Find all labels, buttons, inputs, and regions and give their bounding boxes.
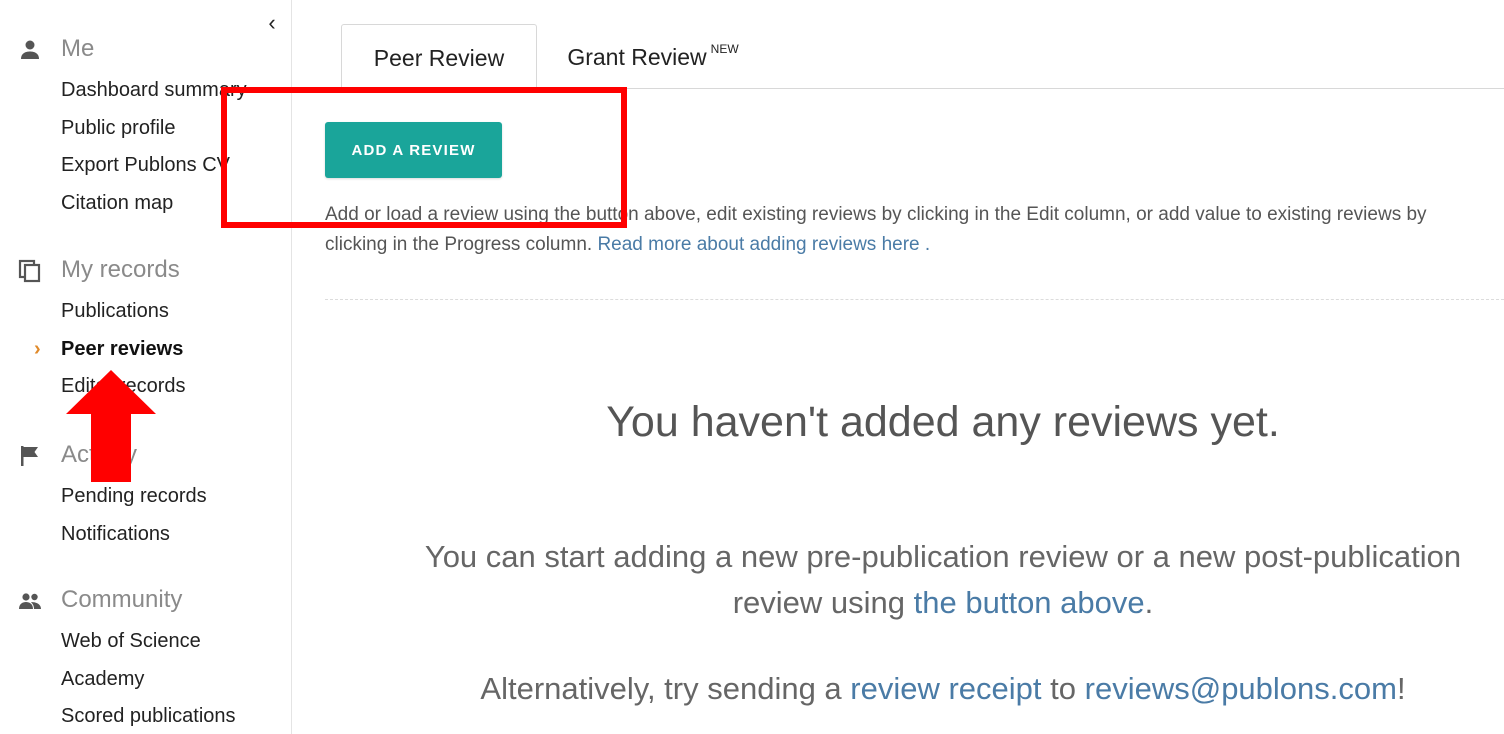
button-above-link[interactable]: the button above (914, 585, 1145, 620)
people-icon (19, 593, 41, 609)
alt-text: Alternatively, try sending a (480, 671, 851, 706)
email-link[interactable]: reviews@publons.com (1085, 671, 1397, 706)
add-review-button[interactable]: ADD A REVIEW (325, 122, 502, 178)
sidebar-item-label: Export Publons CV (61, 154, 230, 176)
sidebar-item-peer-reviews[interactable]: › Peer reviews (0, 331, 292, 369)
alt-text-middle: to (1041, 671, 1085, 706)
main-content: Peer Review Grant Review NEW ADD A REVIEW… (293, 0, 1504, 734)
sidebar-section-head: My records (0, 255, 292, 285)
sidebar-section-head: Activity (0, 440, 292, 470)
sidebar-item-label: Dashboard summary (61, 79, 247, 101)
tab-peer-review[interactable]: Peer Review (341, 24, 537, 90)
review-receipt-link[interactable]: review receipt (850, 671, 1041, 706)
sidebar-item-label: Editor records (61, 375, 186, 397)
chevron-left-icon[interactable]: ‹ (262, 10, 282, 36)
empty-state-title: You haven't added any reviews yet. (606, 398, 1280, 446)
empty-body-suffix: . (1144, 585, 1154, 620)
sidebar-item-label: Citation map (61, 191, 174, 214)
sidebar-section-label: Community (61, 586, 183, 613)
sidebar-section-label: Me (61, 35, 95, 62)
sidebar-section-label: My records (61, 256, 180, 283)
sidebar-section-activity: Activity Pending records Notifications (0, 440, 292, 553)
sidebar-item-label: Scored publications (61, 705, 236, 727)
help-text: Add or load a review using the button ab… (325, 200, 1445, 260)
sidebar-item-scored-publications[interactable]: Scored publications (0, 698, 292, 734)
sidebar-section-community: Community Web of Science Academy Scored … (0, 585, 292, 734)
sidebar-item-label: Pending records (61, 485, 207, 507)
sidebar-item-label: Publications (61, 300, 169, 322)
sidebar-item-export-cv[interactable]: Export Publons CV (0, 147, 292, 185)
sidebar-section-head: Me (0, 34, 292, 64)
empty-state-body: You can start adding a new pre-publicati… (423, 534, 1463, 626)
sidebar-section-my-records: My records Publications › Peer reviews E… (0, 255, 292, 406)
tab-grant-review[interactable]: Grant Review NEW (553, 24, 753, 88)
divider (325, 299, 1504, 300)
sidebar: ‹ Me Dashboard summary Public profile Ex… (0, 0, 292, 734)
copy-icon (18, 259, 41, 283)
sidebar-item-publications[interactable]: Publications (0, 293, 292, 331)
sidebar-item-label: Notifications (61, 522, 170, 545)
sidebar-item-dashboard-summary[interactable]: Dashboard summary (0, 72, 292, 110)
chevron-right-icon: › (34, 337, 41, 360)
alt-text-suffix: ! (1396, 671, 1406, 706)
sidebar-section-head: Community (0, 585, 292, 615)
sidebar-item-citation-map[interactable]: Citation map (0, 185, 292, 223)
flag-icon (21, 446, 38, 466)
sidebar-item-label: Peer reviews (61, 337, 184, 360)
sidebar-item-notifications[interactable]: Notifications (0, 516, 292, 554)
person-icon (21, 40, 39, 59)
page: ‹ Me Dashboard summary Public profile Ex… (0, 0, 1504, 734)
sidebar-item-web-of-science[interactable]: Web of Science (0, 623, 292, 661)
tab-label: Grant Review (567, 44, 707, 70)
sidebar-item-pending-records[interactable]: Pending records (0, 478, 292, 516)
tab-bar: Peer Review Grant Review NEW (293, 0, 1504, 90)
sidebar-section-label: Activity (61, 441, 138, 468)
sidebar-item-label: Public profile (61, 116, 176, 139)
read-more-link[interactable]: Read more about adding reviews here . (597, 234, 930, 255)
sidebar-item-label: Academy (61, 667, 145, 690)
sidebar-section-me: Me Dashboard summary Public profile Expo… (0, 34, 292, 222)
sidebar-item-public-profile[interactable]: Public profile (0, 110, 292, 148)
empty-state-alternative: Alternatively, try sending a review rece… (393, 666, 1493, 712)
sidebar-item-academy[interactable]: Academy (0, 661, 292, 699)
new-badge: NEW (710, 42, 739, 56)
tab-label: Peer Review (373, 45, 505, 71)
sidebar-item-editor-records[interactable]: Editor records (0, 368, 292, 406)
sidebar-item-label: Web of Science (61, 630, 201, 652)
